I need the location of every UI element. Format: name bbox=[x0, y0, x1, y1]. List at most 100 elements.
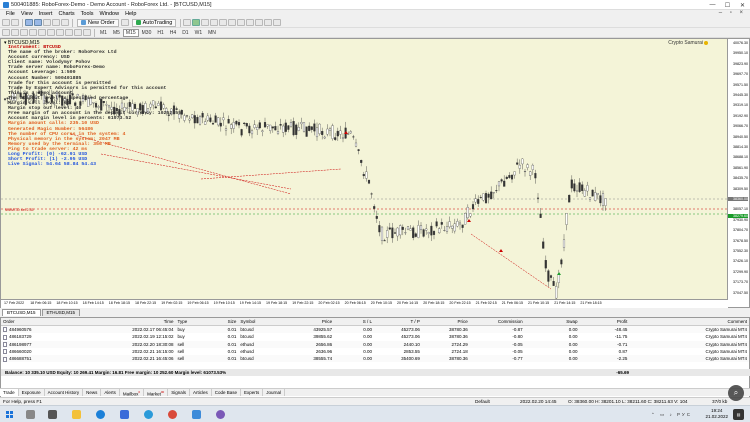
candlestick-icon[interactable] bbox=[192, 19, 201, 26]
menu-help[interactable]: Help bbox=[122, 11, 139, 17]
tester-icon[interactable] bbox=[61, 19, 69, 26]
autotrading-button[interactable]: AutoTrading bbox=[131, 18, 177, 27]
column-header[interactable]: Comment bbox=[629, 318, 749, 325]
order-row[interactable]: 486183729 2022.02.19 12:15:02 buy 0.01 btcus… bbox=[1, 333, 749, 340]
arrows-icon[interactable] bbox=[83, 29, 91, 36]
terminal-tab[interactable]: Trade bbox=[0, 389, 19, 396]
metatrader-icon[interactable] bbox=[192, 410, 201, 419]
terminal-tab[interactable]: Alerts bbox=[101, 389, 120, 396]
menu-window[interactable]: Window bbox=[97, 11, 123, 17]
text-icon[interactable] bbox=[65, 29, 73, 36]
autoscroll-icon[interactable] bbox=[237, 19, 246, 26]
column-header[interactable]: S / L bbox=[334, 318, 374, 325]
indicators-icon[interactable] bbox=[255, 19, 264, 26]
file-explorer-icon[interactable] bbox=[72, 410, 81, 419]
tf-w1[interactable]: W1 bbox=[192, 29, 206, 37]
column-header[interactable]: Size bbox=[215, 318, 238, 325]
chart-tab-ethusd[interactable]: ETHUSD,M15 bbox=[41, 309, 81, 316]
terminal-tab[interactable]: News bbox=[83, 389, 102, 396]
chart-window-controls[interactable]: – ▫ × bbox=[719, 10, 746, 16]
bar-chart-icon[interactable] bbox=[183, 19, 192, 26]
tf-h1[interactable]: H1 bbox=[154, 29, 166, 37]
order-row[interactable]: 486688751 2022.02.21 16:45:06 sell 0.01 btcu… bbox=[1, 355, 749, 363]
fibonacci-icon[interactable] bbox=[56, 29, 64, 36]
zoom-out-icon[interactable] bbox=[219, 19, 228, 26]
notifications-icon[interactable]: ▤ bbox=[733, 409, 744, 420]
menu-view[interactable]: View bbox=[18, 11, 36, 17]
new-chart-icon[interactable] bbox=[2, 19, 10, 26]
terminal-tab[interactable]: Journal bbox=[263, 389, 286, 396]
menu-charts[interactable]: Charts bbox=[55, 11, 77, 17]
minimize-button[interactable]: — bbox=[705, 0, 720, 10]
terminal-tab[interactable]: Exposure bbox=[19, 389, 45, 396]
language-indicator[interactable]: РУС bbox=[677, 412, 692, 417]
menu-file[interactable]: File bbox=[3, 11, 18, 17]
store-icon[interactable] bbox=[120, 410, 129, 419]
column-header[interactable]: Price bbox=[422, 318, 470, 325]
tf-h4[interactable]: H4 bbox=[167, 29, 179, 37]
edge-icon[interactable] bbox=[96, 410, 105, 419]
column-header[interactable]: Symbol bbox=[238, 318, 294, 325]
maximize-button[interactable]: ☐ bbox=[720, 0, 735, 10]
time-axis[interactable]: 17 Feb 2022 18 Feb 06:15 18 Feb 10:15 18 Fe… bbox=[1, 299, 728, 308]
column-header[interactable]: Swap bbox=[525, 318, 580, 325]
terminal-tab[interactable]: Experts bbox=[241, 389, 264, 396]
data-window-icon[interactable] bbox=[34, 19, 42, 26]
tf-mn[interactable]: MN bbox=[205, 29, 219, 37]
tf-m5[interactable]: M5 bbox=[110, 29, 123, 37]
tf-m30[interactable]: M30 bbox=[139, 29, 155, 37]
terminal-tab[interactable]: Market00 bbox=[144, 389, 169, 397]
column-header[interactable]: Type bbox=[176, 318, 216, 325]
order-row[interactable]: 486198977 2022.02.20 18:30:08 sell 0.01 ethu… bbox=[1, 340, 749, 348]
periods-icon[interactable] bbox=[264, 19, 273, 26]
vertical-line-icon[interactable] bbox=[20, 29, 28, 36]
metaeditor-icon[interactable] bbox=[120, 19, 129, 26]
tf-m1[interactable]: M1 bbox=[97, 29, 110, 37]
menu-tools[interactable]: Tools bbox=[78, 11, 97, 17]
column-header[interactable]: T / P bbox=[374, 318, 422, 325]
order-row[interactable]: 486660020 2022.02.21 16:15:00 sell 0.01 ethu… bbox=[1, 348, 749, 355]
equidistant-channel-icon[interactable] bbox=[47, 29, 55, 36]
tf-m15[interactable]: M15 bbox=[122, 28, 139, 37]
market-watch-icon[interactable] bbox=[25, 19, 33, 26]
order-row[interactable]: 484960576 2022.02.17 06:45:04 buy 0.01 btcus… bbox=[1, 326, 749, 334]
terminal-tab[interactable]: Code Base bbox=[212, 389, 241, 396]
chrome-icon[interactable] bbox=[168, 410, 177, 419]
viber-icon[interactable] bbox=[216, 410, 225, 419]
cursor-icon[interactable] bbox=[2, 29, 10, 36]
terminal-icon[interactable] bbox=[52, 19, 60, 26]
horizontal-line-icon[interactable] bbox=[29, 29, 37, 36]
new-order-button[interactable]: New Order bbox=[77, 18, 119, 27]
crosshair-icon[interactable] bbox=[11, 29, 19, 36]
column-header[interactable]: Order bbox=[1, 318, 111, 325]
price-axis[interactable]: 40076.30 39950.10 39823.90 39697.70 39571.50… bbox=[727, 39, 749, 299]
column-header[interactable]: Commission bbox=[470, 318, 525, 325]
clock[interactable]: 19:24 21.02.2022 bbox=[705, 408, 728, 420]
terminal-tab[interactable]: Mailbox0 bbox=[120, 389, 145, 397]
profiles-icon[interactable] bbox=[11, 19, 19, 26]
magnifier-icon[interactable]: ⌕ bbox=[728, 385, 744, 401]
zoom-in-icon[interactable] bbox=[210, 19, 219, 26]
search-icon[interactable] bbox=[26, 410, 35, 419]
menu-insert[interactable]: Insert bbox=[36, 11, 56, 17]
trendline-icon[interactable] bbox=[38, 29, 46, 36]
templates-icon[interactable] bbox=[273, 19, 282, 26]
line-chart-icon[interactable] bbox=[201, 19, 210, 26]
terminal-tab[interactable]: Account History bbox=[45, 389, 84, 396]
tf-d1[interactable]: D1 bbox=[179, 29, 191, 37]
windows-start-icon[interactable] bbox=[6, 411, 13, 418]
close-button[interactable]: ✕ bbox=[735, 0, 750, 10]
column-header[interactable]: Time bbox=[111, 318, 176, 325]
chart-shift-icon[interactable] bbox=[246, 19, 255, 26]
terminal-tab[interactable]: Articles bbox=[190, 389, 212, 396]
chart-window[interactable]: ▾ BTCUSD,M15 Crypto Samurai Instrument: … bbox=[0, 38, 750, 308]
system-tray[interactable]: ⌃ ▭ ♪ РУС bbox=[651, 412, 692, 418]
chart-tab-btcusd[interactable]: BTCUSD,M15 bbox=[2, 309, 41, 316]
chart-plot-area[interactable]: ▾ BTCUSD,M15 Crypto Samurai Instrument: … bbox=[1, 39, 728, 299]
column-header[interactable]: Price bbox=[294, 318, 334, 325]
column-header[interactable]: Profit bbox=[579, 318, 629, 325]
telegram-icon[interactable] bbox=[144, 410, 153, 419]
tile-windows-icon[interactable] bbox=[228, 19, 237, 26]
navigator-icon[interactable] bbox=[43, 19, 51, 26]
terminal-tab[interactable]: Signals bbox=[168, 389, 190, 396]
